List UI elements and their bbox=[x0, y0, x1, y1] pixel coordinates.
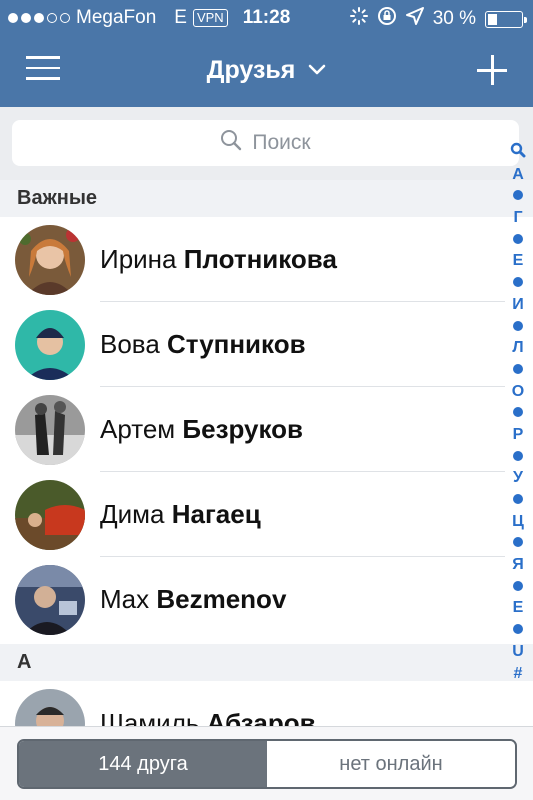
index-bullet[interactable] bbox=[513, 619, 523, 641]
index-bullet[interactable] bbox=[513, 446, 523, 468]
index-bullet[interactable] bbox=[513, 359, 523, 381]
avatar[interactable] bbox=[15, 310, 85, 380]
avatar[interactable] bbox=[15, 225, 85, 295]
index-bullet[interactable] bbox=[513, 489, 523, 511]
navigation-bar: Друзья bbox=[0, 36, 533, 107]
friend-name: Ирина Плотникова bbox=[100, 244, 337, 274]
index-letter[interactable]: Г bbox=[513, 207, 522, 229]
friend-row[interactable]: Дима Нагаец bbox=[0, 472, 533, 557]
location-arrow-icon bbox=[405, 7, 424, 31]
search-icon bbox=[220, 129, 242, 157]
online-friends-tab[interactable]: нет онлайн bbox=[267, 741, 515, 787]
chevron-down-icon bbox=[308, 54, 326, 83]
friend-name: Дима Нагаец bbox=[100, 499, 261, 529]
index-letter[interactable]: Ц bbox=[512, 511, 524, 533]
search-input[interactable]: Поиск bbox=[12, 120, 519, 166]
status-right: 30 % bbox=[349, 6, 527, 32]
friend-row[interactable]: Вова Ступников bbox=[0, 302, 533, 387]
friends-filter-segment: 144 друга нет онлайн bbox=[17, 739, 517, 789]
alphabet-index-bar[interactable]: А Г Е И Л О Р У Ц Я E U # bbox=[507, 142, 529, 684]
friend-row[interactable]: Артем Безруков bbox=[0, 387, 533, 472]
plus-icon[interactable] bbox=[477, 55, 507, 85]
index-letter[interactable]: А bbox=[512, 164, 524, 186]
index-letter[interactable]: # bbox=[514, 663, 523, 685]
avatar[interactable] bbox=[15, 395, 85, 465]
index-letter[interactable]: E bbox=[513, 597, 524, 619]
page-title: Друзья bbox=[206, 56, 296, 84]
section-header: Важные bbox=[0, 180, 533, 217]
index-letter[interactable]: И bbox=[512, 294, 524, 316]
avatar[interactable] bbox=[15, 565, 85, 635]
index-bullet[interactable] bbox=[513, 272, 523, 294]
search-placeholder: Поиск bbox=[252, 131, 311, 154]
activity-spinner-icon bbox=[349, 7, 368, 31]
all-friends-tab[interactable]: 144 друга bbox=[19, 741, 267, 787]
friend-name: Вова Ступников bbox=[100, 329, 306, 359]
friend-row[interactable]: Max Bezmenov bbox=[0, 557, 533, 642]
battery-percent-label: 30 % bbox=[432, 8, 476, 29]
avatar[interactable] bbox=[15, 480, 85, 550]
status-bar: MegaFon E VPN 11:28 30 % bbox=[0, 0, 533, 36]
index-bullet[interactable] bbox=[513, 532, 523, 554]
section-header: А bbox=[0, 644, 533, 681]
index-letter[interactable]: Р bbox=[513, 424, 524, 446]
index-bullet[interactable] bbox=[513, 229, 523, 251]
index-letter[interactable]: Е bbox=[513, 250, 524, 272]
bottom-toolbar: 144 друга нет онлайн bbox=[0, 726, 533, 800]
friend-name: Артем Безруков bbox=[100, 414, 304, 444]
index-letter[interactable]: У bbox=[513, 467, 523, 489]
index-bullet[interactable] bbox=[513, 402, 523, 424]
index-bullet[interactable] bbox=[513, 316, 523, 338]
index-letter[interactable]: U bbox=[512, 641, 524, 663]
index-bullet[interactable] bbox=[513, 185, 523, 207]
friend-row[interactable]: Ирина Плотникова bbox=[0, 217, 533, 302]
index-search-icon[interactable] bbox=[510, 142, 526, 164]
top-header: MegaFon E VPN 11:28 30 % Друзья bbox=[0, 0, 533, 107]
index-letter[interactable]: Л bbox=[512, 337, 523, 359]
index-bullet[interactable] bbox=[513, 576, 523, 598]
battery-icon bbox=[485, 10, 527, 28]
search-area: Поиск bbox=[0, 107, 533, 180]
page-title-dropdown[interactable]: Друзья bbox=[0, 56, 533, 85]
index-letter[interactable]: О bbox=[512, 381, 524, 403]
rotation-lock-icon bbox=[377, 6, 397, 32]
friend-name: Max Bezmenov bbox=[100, 584, 287, 614]
index-letter[interactable]: Я bbox=[512, 554, 524, 576]
